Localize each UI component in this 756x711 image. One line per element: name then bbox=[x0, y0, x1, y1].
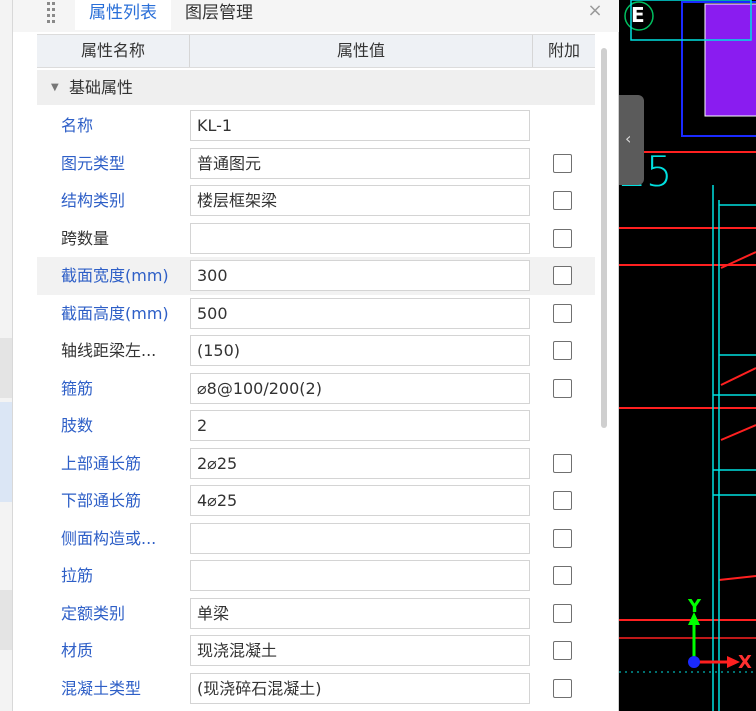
property-row[interactable]: 混凝土类型 (现浇碎石混凝土) bbox=[37, 670, 595, 708]
extra-checkbox[interactable] bbox=[553, 528, 572, 548]
extra-checkbox[interactable] bbox=[553, 603, 572, 623]
extra-checkbox[interactable] bbox=[553, 303, 572, 323]
property-name: 截面高度(mm) bbox=[61, 303, 169, 323]
property-row[interactable]: 拉筋 bbox=[37, 557, 595, 595]
property-row[interactable]: 截面宽度(mm) 300 bbox=[37, 257, 595, 295]
extra-checkbox[interactable] bbox=[553, 228, 572, 248]
property-value-input[interactable]: 2⌀25 bbox=[190, 447, 530, 479]
tab-layer-management[interactable]: 图层管理 bbox=[185, 0, 281, 30]
property-name: 轴线距梁左... bbox=[61, 341, 157, 360]
extra-checkbox[interactable] bbox=[553, 641, 572, 660]
property-row[interactable]: 下部通长筋 4⌀25 bbox=[37, 482, 595, 520]
adjacent-panel-selection bbox=[0, 402, 12, 502]
property-row[interactable]: 上部通长筋 2⌀25 bbox=[37, 445, 595, 483]
axis-y-label: Y bbox=[688, 596, 702, 617]
property-row[interactable]: 定额类别 单梁 bbox=[37, 595, 595, 633]
vertical-scrollbar[interactable] bbox=[601, 48, 607, 428]
property-value-input[interactable]: 300 bbox=[190, 260, 530, 291]
extra-checkbox[interactable] bbox=[553, 266, 572, 285]
cad-grid-label: E bbox=[631, 3, 645, 27]
property-name: 截面宽度(mm) bbox=[61, 266, 169, 285]
property-row[interactable]: 名称 KL-1 bbox=[37, 107, 595, 145]
property-name: 材质 bbox=[61, 641, 94, 660]
property-value-input[interactable]: 单梁 bbox=[190, 597, 530, 629]
section-label: 基础属性 bbox=[69, 78, 134, 97]
property-name: 拉筋 bbox=[61, 566, 94, 585]
property-value-input[interactable]: KL-1 bbox=[190, 110, 530, 141]
property-panel: 属性列表 图层管理 × 属性名称 属性值 附加 ▼ 基础属性 名称 KL-1 图元类… bbox=[12, 0, 619, 711]
property-name: 上部通长筋 bbox=[61, 453, 142, 473]
extra-checkbox[interactable] bbox=[553, 341, 572, 360]
property-name: 名称 bbox=[61, 116, 94, 135]
property-row[interactable]: 图元类型 普通图元 bbox=[37, 145, 595, 183]
column-header-extra: 附加 bbox=[547, 41, 580, 60]
property-name: 下部通长筋 bbox=[61, 491, 142, 510]
extra-checkbox[interactable] bbox=[553, 453, 572, 473]
property-value-input[interactable]: ⌀8@100/200(2) bbox=[190, 372, 530, 404]
property-row[interactable]: 结构类别 楼层框架梁 bbox=[37, 182, 595, 220]
section-basic-properties[interactable]: ▼ 基础属性 bbox=[37, 70, 595, 105]
property-row[interactable]: 轴线距梁左... (150) bbox=[37, 332, 595, 370]
extra-checkbox[interactable] bbox=[553, 153, 572, 173]
property-value-input[interactable]: (现浇碎石混凝土) bbox=[190, 672, 530, 704]
property-name: 跨数量 bbox=[61, 228, 110, 248]
collapse-triangle-icon[interactable]: ▼ bbox=[51, 70, 59, 105]
property-value-input[interactable]: (150) bbox=[190, 335, 530, 366]
panel-tab-bar: 属性列表 图层管理 × bbox=[13, 0, 619, 32]
extra-checkbox[interactable] bbox=[553, 678, 572, 698]
property-name: 侧面构造或... bbox=[61, 528, 157, 548]
property-value-input[interactable]: 500 bbox=[190, 297, 530, 329]
property-value-input[interactable] bbox=[190, 222, 530, 254]
extra-checkbox[interactable] bbox=[553, 191, 572, 210]
property-row[interactable]: 箍筋 ⌀8@100/200(2) bbox=[37, 370, 595, 408]
property-value-input[interactable]: 4⌀25 bbox=[190, 485, 530, 516]
adjacent-panel-block bbox=[0, 590, 12, 650]
property-value-input[interactable]: 现浇混凝土 bbox=[190, 635, 530, 666]
tab-property-list[interactable]: 属性列表 bbox=[75, 0, 171, 30]
property-name: 混凝土类型 bbox=[61, 678, 142, 698]
extra-checkbox[interactable] bbox=[553, 491, 572, 510]
column-header-value: 属性值 bbox=[190, 35, 533, 67]
close-icon[interactable]: × bbox=[584, 0, 606, 24]
property-value-input[interactable]: 楼层框架梁 bbox=[190, 185, 530, 216]
adjacent-panel-block bbox=[0, 338, 12, 398]
collapse-panel-button[interactable]: ‹ bbox=[619, 95, 644, 185]
property-name: 结构类别 bbox=[61, 191, 126, 210]
adjacent-panel-edge bbox=[0, 0, 12, 711]
property-value-input[interactable]: 2 bbox=[190, 410, 530, 441]
property-name: 箍筋 bbox=[61, 378, 94, 398]
column-header-name: 属性名称 bbox=[37, 35, 190, 67]
axis-x-label: X bbox=[738, 652, 752, 673]
extra-checkbox[interactable] bbox=[553, 378, 572, 398]
property-value-input[interactable]: 普通图元 bbox=[190, 147, 530, 179]
property-row[interactable]: 跨数量 bbox=[37, 220, 595, 258]
property-row[interactable]: 截面高度(mm) 500 bbox=[37, 295, 595, 333]
property-value-input[interactable] bbox=[190, 522, 530, 554]
chevron-left-icon: ‹ bbox=[625, 129, 632, 148]
extra-checkbox[interactable] bbox=[553, 566, 572, 585]
property-value-input[interactable] bbox=[190, 560, 530, 591]
column-header: 属性名称 属性值 附加 bbox=[37, 34, 595, 68]
drag-grip-icon[interactable] bbox=[47, 2, 57, 26]
property-row[interactable]: 侧面构造或... bbox=[37, 520, 595, 558]
property-name: 图元类型 bbox=[61, 153, 126, 173]
property-name: 肢数 bbox=[61, 416, 94, 435]
property-row[interactable]: 肢数 2 bbox=[37, 407, 595, 445]
property-row[interactable]: 材质 现浇混凝土 bbox=[37, 632, 595, 670]
property-name: 定额类别 bbox=[61, 603, 126, 623]
